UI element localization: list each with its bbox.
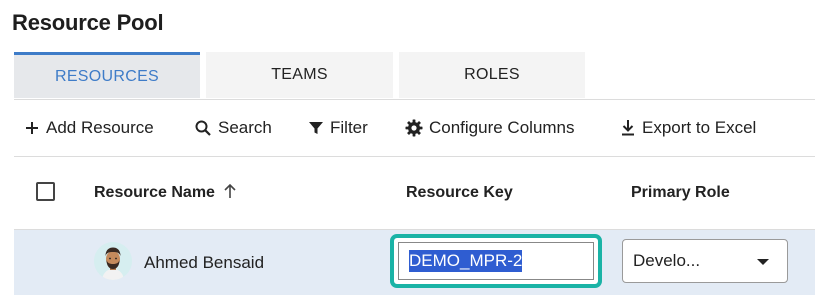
column-header-label: Primary Role xyxy=(631,184,730,201)
tab-roles[interactable]: ROLES xyxy=(399,52,585,98)
filter-icon xyxy=(308,120,324,136)
tab-teams[interactable]: TEAMS xyxy=(206,52,393,98)
column-header-label: Resource Key xyxy=(406,184,513,201)
primary-role-value: Develo... xyxy=(633,251,701,270)
gear-icon xyxy=(405,119,423,137)
search-button[interactable]: Search xyxy=(194,100,272,156)
caret-down-icon xyxy=(757,259,769,265)
add-resource-button[interactable]: Add Resource xyxy=(24,100,154,156)
filter-label: Filter xyxy=(330,118,368,137)
table-header: Resource Name Resource Key Primary Role xyxy=(14,157,815,229)
search-label: Search xyxy=(218,118,272,137)
page-title: Resource Pool xyxy=(12,10,164,35)
column-header-primary-role[interactable]: Primary Role xyxy=(631,157,730,229)
column-header-resource-key[interactable]: Resource Key xyxy=(406,157,513,229)
add-resource-label: Add Resource xyxy=(46,118,154,137)
resource-key-input[interactable]: DEMO_MPR-2 xyxy=(398,242,594,280)
export-to-excel-label: Export to Excel xyxy=(642,118,757,137)
tab-resources[interactable]: RESOURCES xyxy=(14,52,200,98)
filter-button[interactable]: Filter xyxy=(308,100,368,156)
resource-key-selected-text: DEMO_MPR-2 xyxy=(409,250,523,272)
download-icon xyxy=(620,119,636,137)
resource-pool-page: Resource Pool RESOURCES TEAMS ROLES Add … xyxy=(0,0,815,295)
select-all-checkbox[interactable] xyxy=(36,182,55,201)
avatar xyxy=(94,242,132,280)
resource-key-focus-ring: DEMO_MPR-2 xyxy=(390,234,602,288)
tab-bar: RESOURCES TEAMS ROLES xyxy=(14,52,815,100)
resource-name-cell: Ahmed Bensaid xyxy=(144,252,265,272)
table-row[interactable]: Ahmed Bensaid DEMO_MPR-2 Develo... xyxy=(14,230,815,295)
export-to-excel-button[interactable]: Export to Excel xyxy=(620,100,756,156)
toolbar: Add Resource Search Filter Configure Col… xyxy=(14,100,815,156)
search-icon xyxy=(194,119,212,137)
column-header-label: Resource Name xyxy=(94,184,215,201)
primary-role-dropdown[interactable]: Develo... xyxy=(622,239,788,283)
plus-icon xyxy=(24,120,40,136)
column-header-resource-name[interactable]: Resource Name xyxy=(94,157,237,229)
configure-columns-button[interactable]: Configure Columns xyxy=(405,100,575,156)
configure-columns-label: Configure Columns xyxy=(429,118,575,137)
arrow-up-icon xyxy=(223,183,237,204)
